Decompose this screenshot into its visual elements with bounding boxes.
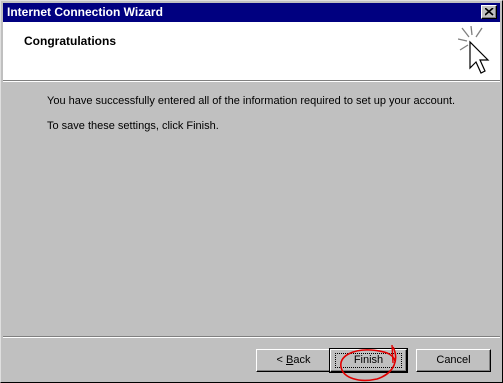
wizard-window: Internet Connection Wizard Congratulatio…: [0, 0, 503, 383]
wizard-cursor-sparkle-icon: [458, 26, 490, 74]
header-divider: [3, 80, 500, 82]
page-title: Congratulations: [24, 34, 116, 48]
back-prefix: <: [276, 354, 286, 366]
finish-button[interactable]: Finish: [329, 348, 408, 373]
title-bar[interactable]: Internet Connection Wizard: [3, 3, 500, 22]
wizard-header: Congratulations: [3, 22, 500, 80]
close-button[interactable]: [481, 5, 497, 19]
cancel-label: Cancel: [436, 354, 471, 366]
finish-instruction: To save these settings, click Finish.: [47, 120, 219, 132]
focus-rectangle: [335, 353, 402, 368]
close-icon: [485, 8, 494, 16]
back-label-rest: ack: [293, 354, 311, 366]
window-title: Internet Connection Wizard: [7, 5, 163, 19]
footer-divider: [3, 336, 500, 338]
back-button[interactable]: < Back: [256, 349, 331, 372]
cancel-button[interactable]: Cancel: [416, 349, 491, 372]
success-message: You have successfully entered all of the…: [47, 95, 456, 107]
